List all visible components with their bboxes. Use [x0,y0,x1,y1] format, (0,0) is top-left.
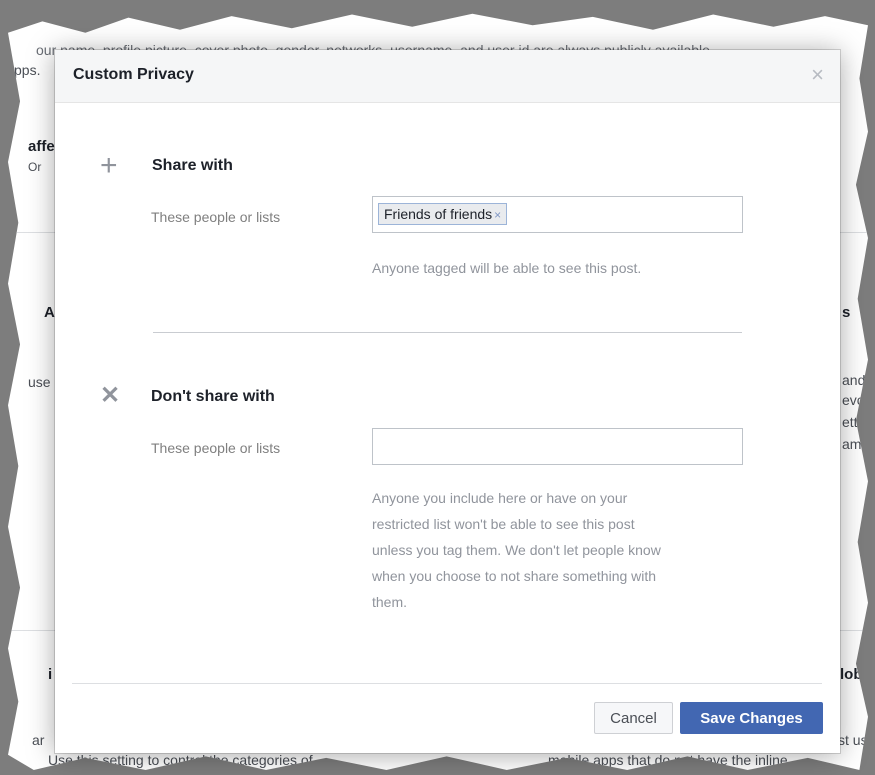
dont-share-with-helper-text: Anyone you include here or have on your … [372,485,752,615]
plus-icon: + [100,149,118,182]
helper-line: restricted list won't be able to see thi… [372,516,635,532]
background-text-fragment: use [28,374,51,390]
cancel-button[interactable]: Cancel [594,702,673,734]
section-divider [153,332,742,333]
helper-line: unless you tag them. We don't let people… [372,542,661,558]
token-remove-icon[interactable]: × [494,208,501,222]
background-heading-fragment: affe [28,138,55,155]
helper-line: Anyone you include here or have on your [372,490,628,506]
share-with-helper-text: Anyone tagged will be able to see this p… [372,260,642,276]
dialog-header: Custom Privacy × [55,50,840,103]
background-heading-fragment-3: s [842,304,851,321]
dialog-title: Custom Privacy [73,66,194,83]
helper-line: them. [372,594,408,610]
share-with-title: Share with [152,157,233,174]
dont-share-with-input[interactable] [372,428,743,465]
background-audience-fragment: Or [28,160,42,174]
custom-privacy-dialog: Custom Privacy × + Share with These peop… [55,50,840,753]
background-notice-text-2: pps. [14,62,41,78]
dont-share-with-title: Don't share with [151,388,275,405]
close-icon[interactable]: × [811,64,824,86]
background-heading-fragment-2: A [44,304,55,321]
save-changes-button[interactable]: Save Changes [680,702,823,734]
x-icon: ✕ [100,382,121,409]
dont-share-with-label: These people or lists [151,440,281,456]
helper-line: when you choose to not share something w… [372,568,657,584]
share-with-label: These people or lists [151,209,281,225]
share-with-input[interactable]: Friends of friends × [372,196,743,233]
token-label: Friends of friends [384,206,493,222]
footer-divider [72,683,822,684]
background-heading-fragment-4: i [48,666,53,683]
background-text-fragment-6: ar [32,732,45,748]
background-text-fragment-7: st us [838,732,868,748]
friends-of-friends-token[interactable]: Friends of friends × [378,203,508,225]
